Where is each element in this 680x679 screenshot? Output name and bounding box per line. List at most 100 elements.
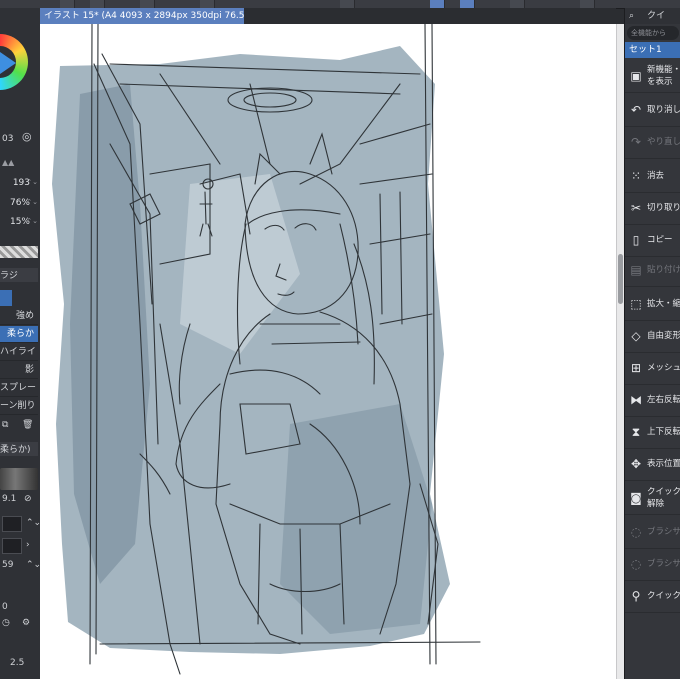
bottom-value: 2.5 bbox=[10, 658, 25, 668]
brush-list-item[interactable]: 強め bbox=[0, 308, 38, 325]
scissors-icon: ✂ bbox=[630, 201, 642, 215]
command-label: ブラシサ bbox=[647, 527, 680, 537]
command-view-position[interactable]: ✥ 表示位置 bbox=[625, 448, 680, 481]
color-settings-icon[interactable]: ◎ bbox=[22, 130, 40, 144]
param-b-value[interactable]: 59 bbox=[2, 560, 13, 570]
flip-vertical-icon: ⧗ bbox=[631, 425, 641, 439]
command-brush-size[interactable]: ◌ ブラシサ bbox=[625, 548, 680, 581]
command-copy[interactable]: ▯ コピー bbox=[625, 224, 680, 257]
command-label: 表示位置 bbox=[647, 459, 680, 469]
command-brush-size[interactable]: ◌ ブラシサ bbox=[625, 516, 680, 549]
command-bar-header: ⌕ クイ bbox=[625, 8, 680, 24]
command-free-transform[interactable]: ◇ 自由変形 bbox=[625, 320, 680, 353]
command-scale[interactable]: ⬚ 拡大・縮 bbox=[625, 288, 680, 321]
command-undo[interactable]: ↶ 取り消し bbox=[625, 94, 680, 127]
redo-icon: ↷ bbox=[630, 135, 642, 149]
command-cut[interactable]: ✂ 切り取り bbox=[625, 192, 680, 225]
toolbar-button[interactable] bbox=[340, 0, 355, 8]
command-redo[interactable]: ↷ やり直し bbox=[625, 126, 680, 159]
param-c-value[interactable]: 0 bbox=[2, 602, 8, 612]
toolbar-button[interactable] bbox=[200, 0, 215, 8]
toolbar-button[interactable] bbox=[90, 0, 105, 8]
selected-tool-indicator bbox=[0, 290, 12, 306]
toolbar-button[interactable] bbox=[60, 0, 75, 8]
document-tab[interactable]: イラスト 15* (A4 4093 x 2894px 350dpi 76.5%) bbox=[40, 8, 244, 24]
command-label: クイック bbox=[647, 591, 680, 601]
brush-stroke-preview bbox=[0, 468, 38, 490]
brush-list-item[interactable]: スプレー bbox=[0, 380, 38, 397]
brush-size-stepper-icon[interactable]: ⌃⌄ bbox=[26, 178, 38, 186]
color-triangle[interactable] bbox=[0, 52, 16, 74]
command-label: コピー bbox=[647, 235, 673, 245]
command-label: やり直し bbox=[647, 137, 680, 147]
stepper-icon[interactable]: ⌃⌄ bbox=[26, 560, 40, 570]
copy-icon: ▯ bbox=[632, 233, 640, 247]
drawing-canvas[interactable] bbox=[40, 24, 616, 679]
command-label: 上下反転 bbox=[647, 427, 680, 437]
new-icon: ▣ bbox=[630, 69, 642, 83]
undo-icon: ↶ bbox=[630, 103, 642, 117]
command-clear[interactable]: ⁙ 消去 bbox=[625, 160, 680, 193]
brush-tab[interactable]: ラジ bbox=[0, 268, 38, 282]
toolbar-button-active[interactable] bbox=[460, 0, 475, 8]
command-label: 切り取り bbox=[647, 203, 680, 213]
flip-horizontal-icon: ⧓ bbox=[630, 393, 642, 407]
paste-icon: ▤ bbox=[630, 263, 642, 277]
param-field[interactable] bbox=[2, 516, 22, 532]
command-mesh[interactable]: ⊞ メッシュ bbox=[625, 352, 680, 385]
stepper-icon[interactable]: ⌃⌄ bbox=[26, 518, 40, 528]
brush-size-icon: ◌ bbox=[630, 525, 642, 539]
toolbar-button[interactable] bbox=[580, 0, 595, 8]
toolbar-button[interactable] bbox=[140, 0, 155, 8]
clear-icon: ⁙ bbox=[630, 169, 642, 183]
clock-icon[interactable]: ◷ bbox=[2, 618, 10, 628]
transparency-swatch[interactable] bbox=[0, 246, 38, 258]
sub-tool-detail-tab[interactable]: 柔らか) bbox=[0, 442, 38, 456]
tab-strip bbox=[244, 8, 616, 24]
command-bar-title: クイ bbox=[647, 11, 666, 21]
toolbar-button[interactable] bbox=[510, 0, 525, 8]
command-quick-mask[interactable]: ◙ クイック 解除 bbox=[625, 482, 680, 515]
toolbar-button-active[interactable] bbox=[430, 0, 445, 8]
command-label: 新機能・ を表示 bbox=[647, 65, 680, 87]
command-flip-horizontal[interactable]: ⧓ 左右反転 bbox=[625, 384, 680, 417]
command-bar: ⌕ クイ 全機能から セット1 ▣ 新機能・ を表示 ↶ 取り消し ↷ やり直し ⁙ 消… bbox=[624, 8, 680, 679]
brush-list-item[interactable]: 影 bbox=[0, 362, 38, 379]
quick-icon: ⚲ bbox=[631, 589, 641, 603]
brush-list-item[interactable]: ーン削り bbox=[0, 398, 38, 415]
command-search-input[interactable]: 全機能から bbox=[627, 26, 679, 40]
search-placeholder: 全機能から bbox=[631, 29, 666, 37]
param-field[interactable] bbox=[2, 538, 22, 554]
command-new-features[interactable]: ▣ 新機能・ を表示 bbox=[625, 60, 680, 93]
command-label: メッシュ bbox=[647, 363, 680, 373]
wash-shadow bbox=[280, 404, 432, 634]
document-title: イラスト 15* (A4 4093 x 2894px 350dpi 76.5%) bbox=[44, 11, 244, 21]
command-label: 左右反転 bbox=[647, 395, 680, 405]
view-position-icon: ✥ bbox=[630, 457, 642, 471]
command-label: 貼り付け bbox=[647, 265, 680, 275]
brush-shape-icon: ▲▲ bbox=[2, 158, 15, 167]
blend-stepper-icon[interactable]: ⌃⌄ bbox=[26, 217, 38, 225]
lock-icon[interactable]: ⊘ bbox=[24, 494, 32, 504]
wrench-icon[interactable]: ⚙ bbox=[22, 618, 30, 628]
search-icon[interactable]: ⌕ bbox=[629, 8, 634, 24]
command-paste[interactable]: ▤ 貼り付け bbox=[625, 254, 680, 287]
command-set-selector[interactable]: セット1 bbox=[625, 42, 680, 58]
brush-list-item[interactable]: ハイライト bbox=[0, 344, 38, 361]
quick-mask-icon: ◙ bbox=[630, 491, 642, 505]
scrollbar-thumb[interactable] bbox=[618, 254, 623, 304]
sketch-artwork bbox=[52, 24, 481, 675]
chevron-right-icon[interactable]: › bbox=[26, 540, 30, 550]
brush-list-item-selected[interactable]: 柔らか bbox=[0, 326, 38, 343]
trash-icon[interactable]: 🗑 bbox=[22, 420, 33, 430]
command-label: クイック 解除 bbox=[647, 487, 680, 509]
duplicate-icon[interactable]: ⧉ bbox=[2, 420, 8, 430]
param-a-value[interactable]: 9.1 bbox=[2, 494, 16, 504]
command-label: 自由変形 bbox=[647, 331, 680, 341]
opacity-stepper-icon[interactable]: ⌃⌄ bbox=[26, 198, 38, 206]
command-quick[interactable]: ⚲ クイック bbox=[625, 580, 680, 613]
brush-size-icon: ◌ bbox=[630, 557, 642, 571]
command-label: ブラシサ bbox=[647, 559, 680, 569]
command-label: 取り消し bbox=[647, 105, 680, 115]
command-flip-vertical[interactable]: ⧗ 上下反転 bbox=[625, 416, 680, 449]
